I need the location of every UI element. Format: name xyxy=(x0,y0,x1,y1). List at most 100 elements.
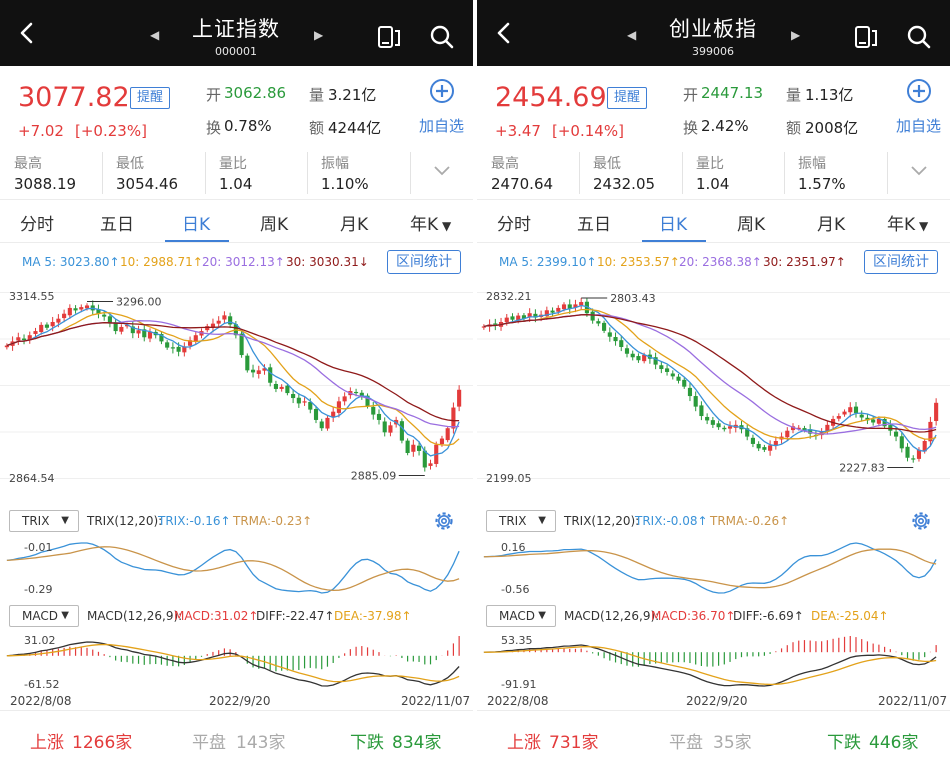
add-watchlist-label[interactable]: 加自选 xyxy=(896,115,941,136)
candle-body xyxy=(279,386,284,389)
candle-body xyxy=(630,353,635,358)
candle-body xyxy=(773,441,778,446)
search-icon[interactable] xyxy=(429,24,455,50)
ma10-readout: 10: 2988.71↑ xyxy=(120,255,203,269)
candle-body xyxy=(342,396,347,402)
macd-axis-top: 53.35 xyxy=(501,634,533,647)
tab-five-day[interactable]: 五日 xyxy=(100,210,134,235)
candle-body xyxy=(411,444,416,452)
back-arrow-icon[interactable] xyxy=(491,20,517,46)
candle-body xyxy=(296,397,301,404)
date-end: 2022/11/07 xyxy=(878,694,948,708)
decliners-count: 834家 xyxy=(392,733,442,753)
amount-label: 额 xyxy=(309,119,325,137)
candle-body xyxy=(268,367,273,383)
tab-weekly-k[interactable]: 周K xyxy=(737,210,765,235)
trma-value: TRMA:-0.23↑ xyxy=(233,514,313,528)
add-watchlist-label[interactable]: 加自选 xyxy=(419,115,464,136)
tab-weekly-k[interactable]: 周K xyxy=(260,210,288,235)
next-index-icon[interactable]: ▶ xyxy=(314,28,323,42)
candle-body xyxy=(682,379,687,387)
date-start: 2022/8/08 xyxy=(487,694,549,708)
candle-body xyxy=(302,401,307,403)
landscape-switch-icon[interactable] xyxy=(376,24,402,50)
next-index-icon[interactable]: ▶ xyxy=(791,28,800,42)
back-arrow-icon[interactable] xyxy=(14,20,40,46)
stat-volratio-value: 1.04 xyxy=(219,175,253,193)
stat-divider xyxy=(887,152,888,194)
tab-daily-k[interactable]: 日K xyxy=(659,210,687,235)
amount-label: 额 xyxy=(786,119,802,137)
tab-yearly-k[interactable]: 年K ▼ xyxy=(410,210,451,235)
gear-icon[interactable] xyxy=(909,509,933,533)
candle-body xyxy=(504,317,509,323)
macd-axis-top: 31.02 xyxy=(24,634,56,647)
caret-down-icon: ▼ xyxy=(438,219,452,233)
candle-body xyxy=(842,411,847,415)
trix-selector[interactable]: TRIX ▼ xyxy=(9,510,79,532)
open-label: 开 xyxy=(683,86,699,104)
stat-divider xyxy=(682,152,683,194)
tab-daily-k[interactable]: 日K xyxy=(182,210,210,235)
tab-monthly-k[interactable]: 月K xyxy=(817,210,845,235)
candle-body xyxy=(102,314,107,317)
candle-body xyxy=(273,383,278,389)
tab-intraday[interactable]: 分时 xyxy=(497,210,531,235)
trix-selector[interactable]: TRIX ▼ xyxy=(486,510,556,532)
candle-body xyxy=(79,307,84,310)
search-icon[interactable] xyxy=(906,24,932,50)
stat-divider xyxy=(307,152,308,194)
diff-value: DIFF:-22.47↑ xyxy=(256,609,335,623)
kline-low-label: 2885.09 xyxy=(351,469,397,482)
candle-body xyxy=(613,337,618,342)
chevron-down-icon[interactable] xyxy=(910,164,928,178)
decliners-label: 下跌 xyxy=(350,733,384,753)
chevron-down-icon[interactable] xyxy=(433,164,451,178)
dea-value: DEA:-37.98↑ xyxy=(334,609,412,623)
candle-body xyxy=(785,430,790,438)
candle-body xyxy=(905,446,910,458)
add-watchlist-icon[interactable] xyxy=(429,78,455,104)
macd-selector[interactable]: MACD ▼ xyxy=(486,605,556,627)
price-change-pct: [+0.23%] xyxy=(75,122,147,140)
period-tabs: 分时 五日 日K 周K 月K 年K ▼ xyxy=(477,199,950,243)
macd-params: MACD(12,26,9): xyxy=(564,609,660,623)
ma20-line xyxy=(483,314,937,435)
kline-axis-bottom: 2199.05 xyxy=(486,472,532,485)
candle-body xyxy=(73,308,78,311)
stat-high-value: 2470.64 xyxy=(491,175,554,193)
kline-chart[interactable]: 3314.55 2864.54 3296.00 2885.09 xyxy=(0,278,473,496)
macd-axis-bottom: -91.91 xyxy=(501,678,536,690)
macd-params: MACD(12,26,9): xyxy=(87,609,183,623)
tab-yearly-k[interactable]: 年K ▼ xyxy=(887,210,928,235)
interval-stat-button[interactable]: 区间统计 xyxy=(864,250,938,274)
candle-body xyxy=(451,407,456,429)
open-value: 2447.13 xyxy=(701,84,764,102)
candle-body xyxy=(602,322,607,331)
stat-volratio-label: 量比 xyxy=(696,156,724,172)
tab-intraday[interactable]: 分时 xyxy=(20,210,54,235)
candle-body xyxy=(399,421,404,441)
price-change-pct: [+0.14%] xyxy=(552,122,624,140)
remind-button[interactable]: 提醒 xyxy=(607,87,648,109)
landscape-switch-icon[interactable] xyxy=(853,24,879,50)
gear-icon[interactable] xyxy=(432,509,456,533)
candle-body xyxy=(67,307,72,316)
macd-selector[interactable]: MACD ▼ xyxy=(9,605,79,627)
turnover-value: 0.78% xyxy=(224,117,272,135)
volume-value: 3.21亿 xyxy=(328,86,377,104)
candle-body xyxy=(510,316,515,320)
candle-body xyxy=(291,394,296,399)
kline-axis-bottom: 2864.54 xyxy=(9,472,55,485)
tab-five-day[interactable]: 五日 xyxy=(577,210,611,235)
interval-stat-button[interactable]: 区间统计 xyxy=(387,250,461,274)
add-watchlist-icon[interactable] xyxy=(906,78,932,104)
decliners-label: 下跌 xyxy=(827,733,861,753)
candle-body xyxy=(228,316,233,325)
tab-monthly-k[interactable]: 月K xyxy=(340,210,368,235)
remind-button[interactable]: 提醒 xyxy=(130,87,171,109)
candle-body xyxy=(165,342,170,348)
kline-chart[interactable]: 2832.21 2199.05 2803.43 2227.83 xyxy=(477,278,950,496)
trix-value: TRIX:-0.08↑ xyxy=(635,514,708,528)
trix-selector-label: TRIX xyxy=(22,514,50,528)
